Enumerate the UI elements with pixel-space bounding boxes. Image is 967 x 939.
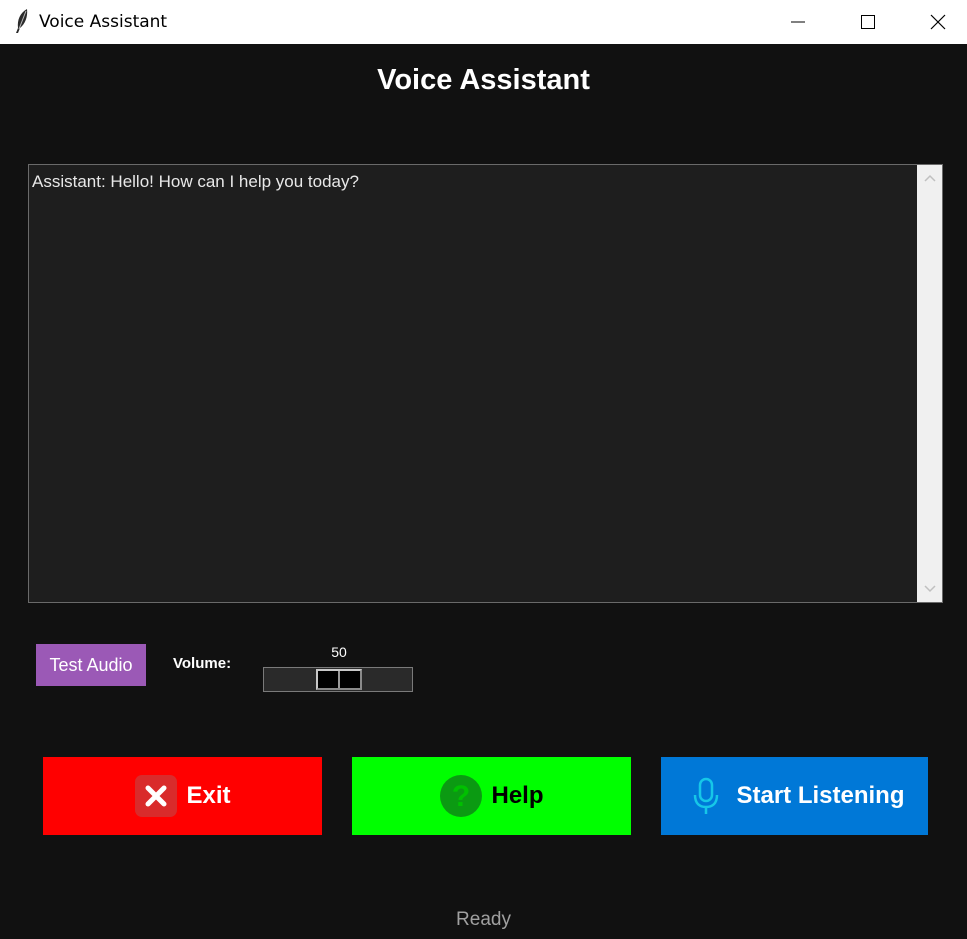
vertical-scrollbar[interactable] [917,165,942,602]
start-listening-button[interactable]: Start Listening [661,757,928,835]
chevron-down-icon[interactable] [924,584,936,594]
exit-button[interactable]: Exit [43,757,322,835]
minimize-icon [791,21,805,23]
test-audio-button[interactable]: Test Audio [36,644,146,686]
start-listening-label: Start Listening [736,782,905,809]
window-title: Voice Assistant [39,12,168,32]
help-button-label: Help [491,782,544,809]
close-button[interactable] [903,0,967,44]
conversation-text-area[interactable]: Assistant: Hello! How can I help you tod… [28,164,943,603]
title-bar: Voice Assistant [0,0,967,44]
status-text: Ready [456,909,511,930]
minimize-button[interactable] [763,0,833,44]
close-icon [930,14,946,30]
assistant-message: Assistant: Hello! How can I help you tod… [32,172,359,191]
volume-slider[interactable] [263,667,413,692]
maximize-icon [861,15,875,29]
volume-value: 50 [331,644,347,660]
volume-label: Volume: [173,655,232,672]
page-title: Voice Assistant [377,64,590,96]
help-button[interactable]: ? Help [352,757,631,835]
volume-slider-handle[interactable] [316,669,362,690]
chevron-up-icon[interactable] [924,173,936,183]
close-x-icon [135,775,178,817]
svg-text:?: ? [452,780,470,813]
question-mark-icon: ? [440,775,483,817]
feather-icon [13,8,31,34]
exit-button-label: Exit [186,782,231,809]
slider-handle-divider [338,671,340,688]
maximize-button[interactable] [833,0,903,44]
microphone-icon [694,777,719,814]
